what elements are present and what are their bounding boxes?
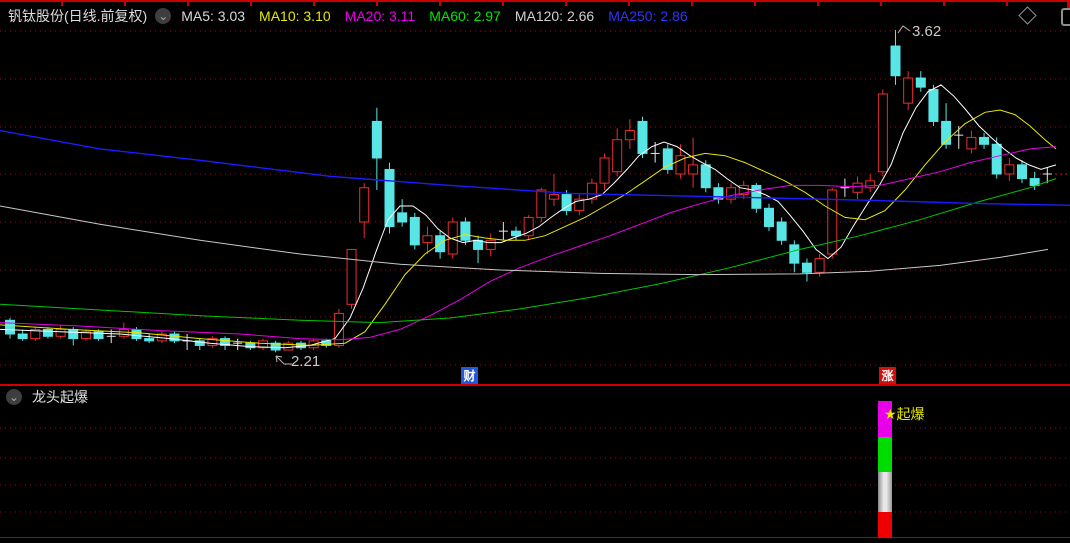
app-window: 钒钛股份(日线.前复权) ⌄ MA5: 3.03 MA10: 3.10 MA20… bbox=[0, 0, 1070, 543]
chevron-down-icon[interactable]: ⌄ bbox=[6, 389, 22, 405]
panel-separator[interactable] bbox=[0, 384, 1070, 386]
signal-column-segment bbox=[878, 512, 892, 538]
high-price-annotation: 3.62 bbox=[912, 23, 942, 40]
bottom-border bbox=[0, 537, 1070, 538]
indicator-title: 龙头起爆 bbox=[32, 389, 88, 405]
rise-alert-badge[interactable]: 涨 bbox=[879, 367, 896, 384]
signal-column-segment bbox=[878, 437, 892, 472]
signal-label: ★起爆 bbox=[884, 406, 925, 422]
finance-report-badge[interactable]: 财 bbox=[461, 367, 478, 384]
price-chart-canvas[interactable] bbox=[0, 0, 1070, 543]
signal-column-segment bbox=[878, 472, 892, 512]
low-price-annotation: 2.21 bbox=[291, 353, 321, 370]
sub-panel-header: ⌄ 龙头起爆 bbox=[6, 387, 88, 407]
